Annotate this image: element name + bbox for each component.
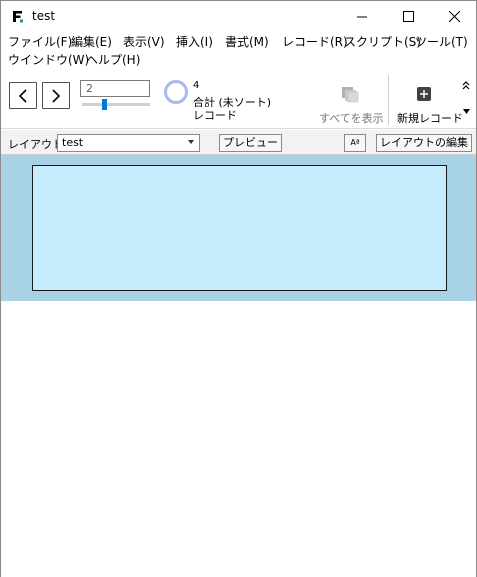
menu-format[interactable]: 書式(M) [225, 33, 269, 51]
menu-window[interactable]: ウインドウ(W) [8, 51, 89, 69]
show-all-icon[interactable] [340, 84, 360, 104]
close-icon [448, 11, 460, 22]
menu-edit[interactable]: 編集(E) [71, 33, 112, 51]
layout-select[interactable]: test [57, 134, 200, 152]
chevron-right-icon [52, 88, 61, 103]
app-window: test ファイル(F) 編集(E) 表示(V) 挿入(I) 書式(M) レコー… [0, 0, 477, 577]
menu-records[interactable]: レコード(R) [282, 33, 348, 51]
layout-bar: レイアウト: test プレビュー Aª レイアウトの編集 [1, 130, 476, 155]
preview-button[interactable]: プレビュー [219, 134, 282, 152]
layout-select-value: test [62, 136, 84, 149]
close-button[interactable] [431, 1, 477, 32]
previous-record-button[interactable] [9, 82, 37, 109]
layout-part-rectangle[interactable] [32, 165, 447, 291]
record-slider-thumb[interactable] [102, 99, 108, 110]
menu-view[interactable]: 表示(V) [123, 33, 165, 51]
record-unit-label: レコード [193, 109, 237, 122]
status-toolbar: 2 4 合計 (未ソート) レコード すべてを表示 新規レコード [1, 69, 476, 129]
chevron-left-icon [18, 88, 27, 103]
edit-layout-button[interactable]: レイアウトの編集 [376, 134, 472, 152]
maximize-icon [402, 11, 414, 22]
record-slider-track[interactable] [82, 103, 150, 106]
menu-scripts[interactable]: スクリプト(S) [344, 33, 421, 51]
menu-insert[interactable]: 挿入(I) [176, 33, 213, 51]
window-title: test [32, 9, 56, 23]
menu-bar: ファイル(F) 編集(E) 表示(V) 挿入(I) 書式(M) レコード(R) … [1, 32, 476, 69]
title-bar[interactable]: test [1, 1, 476, 32]
menu-tools[interactable]: ツール(T) [415, 33, 468, 51]
next-record-button[interactable] [42, 82, 70, 109]
minimize-icon [356, 16, 367, 18]
toolbar-divider [388, 75, 389, 125]
font-size-button[interactable]: Aª [344, 134, 366, 152]
menu-help[interactable]: ヘルプ(H) [86, 51, 140, 69]
current-record-input[interactable]: 2 [80, 80, 150, 97]
filemaker-icon [12, 10, 24, 23]
dropdown-arrow-icon [188, 140, 194, 144]
double-chevron-up-icon[interactable] [462, 81, 470, 90]
menu-file[interactable]: ファイル(F) [8, 33, 72, 51]
caret-down-icon[interactable] [463, 109, 470, 114]
found-set-pie-chart [164, 80, 188, 104]
empty-content-area [1, 301, 476, 577]
layout-body-band [1, 155, 476, 301]
show-all-button[interactable]: すべてを表示 [319, 110, 384, 126]
plus-icon[interactable] [417, 87, 431, 101]
minimize-button[interactable] [339, 1, 385, 32]
maximize-button[interactable] [385, 1, 431, 32]
record-count: 4 [193, 80, 200, 91]
new-record-button[interactable]: 新規レコード [397, 110, 463, 126]
